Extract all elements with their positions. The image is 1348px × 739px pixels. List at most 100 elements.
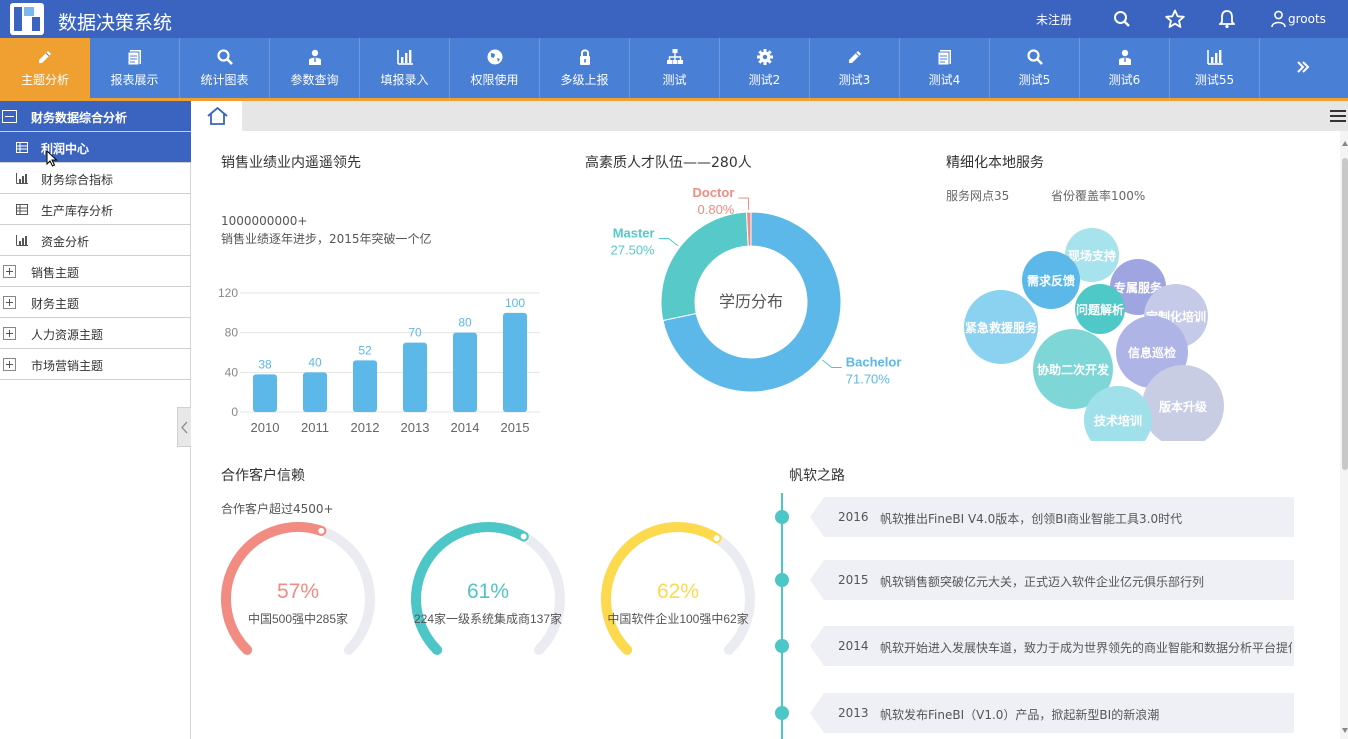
nav-tab-10[interactable]: 测试4 [900, 38, 990, 98]
bar-value-label: 70 [408, 326, 422, 340]
x-tick-label: 2011 [301, 420, 329, 435]
bar-chart-icon [16, 235, 28, 246]
nav-tab-7[interactable]: 测试 [630, 38, 720, 98]
x-tick-label: 2013 [401, 420, 430, 435]
timeline-year: 2016 [838, 510, 869, 524]
bar-value-label: 52 [358, 343, 372, 357]
search-icon[interactable] [1113, 9, 1131, 29]
x-tick-label: 2010 [251, 420, 280, 435]
nav-tab-8[interactable]: 测试2 [720, 38, 810, 98]
nav-tab-1[interactable]: 报表展示 [90, 38, 180, 98]
nav-tab-11[interactable]: 测试5 [990, 38, 1080, 98]
timeline-dot [775, 639, 789, 653]
gauge-percent: 61% [467, 580, 509, 603]
nav-tab-2[interactable]: 统计图表 [180, 38, 270, 98]
clients-title: 合作客户信赖 [221, 468, 305, 484]
bar [503, 312, 527, 412]
report-icon [127, 50, 141, 66]
collapse-icon[interactable] [2, 110, 17, 123]
scroll-down-icon[interactable] [1342, 728, 1348, 734]
sidebar-topic-finance[interactable]: 财务主题 [0, 287, 191, 318]
star-icon[interactable] [1165, 9, 1185, 29]
hierarchy-icon [667, 49, 683, 64]
nav-tab-label: 填报录入 [380, 73, 429, 87]
gauge-percent: 62% [657, 580, 699, 603]
bar-value-label: 100 [505, 296, 525, 310]
expand-icon[interactable] [3, 265, 16, 278]
nav-tab-3[interactable]: 参数查询 [270, 38, 360, 98]
donut-center-label: 学历分布 [719, 293, 783, 311]
y-tick-label: 40 [225, 365, 239, 379]
nav-tab-6[interactable]: 多级上报 [540, 38, 630, 98]
table-icon [16, 142, 28, 153]
user-icon[interactable] [1271, 10, 1286, 28]
sidebar-collapse-handle[interactable] [177, 407, 191, 447]
slice-name-label: Master [613, 226, 655, 241]
main-nav: 主题分析 报表展示 统计图表 参数查询 填报录入 权限使用 多级上报 测试 测试2 测试3 测试4 测… [0, 38, 1348, 98]
nav-tab-label: 多级上报 [560, 73, 609, 87]
service-coverage: 省份覆盖率100% [1051, 189, 1146, 203]
pencil-icon [849, 51, 861, 63]
slice-name-label: Doctor [692, 185, 734, 200]
nav-tab-label: 统计图表 [200, 73, 249, 87]
x-tick-label: 2014 [451, 420, 480, 435]
slice-name-label: Bachelor [846, 355, 902, 370]
nav-tab-4[interactable]: 填报录入 [360, 38, 450, 98]
username-label[interactable]: groots [1288, 0, 1326, 38]
timeline-text: 帆软销售额突破亿元大关，正式迈入软件企业亿元俱乐部行列 [880, 575, 1205, 589]
sales-bar-chart: 0 40 80 120 38 2010 40 2011 52 2012 70 2013 80 2014 10… [218, 286, 540, 435]
nav-tab-label: 测试3 [838, 73, 871, 87]
sidebar-item-funds[interactable]: 资金分析 [0, 225, 191, 256]
vertical-scrollbar-thumb[interactable] [1342, 158, 1348, 470]
gear-icon [757, 49, 773, 65]
education-donut-chart: Bachelor 71.70% Master 27.50% Doctor 0.80% 学历分… [611, 185, 902, 393]
client-gauges: 57% 中国500强中285家 61% 224家一级系统集成商137家 62% 中国软件企… [221, 522, 755, 655]
sales-figure: 1000000000+ [221, 214, 308, 228]
nav-tab-5[interactable]: 权限使用 [450, 38, 540, 98]
home-icon [207, 107, 228, 125]
dashboard-content: 销售业绩业内遥遥领先 1000000000+ 销售业绩逐年进步，2015年突破一… [192, 131, 1340, 739]
globe-icon [487, 49, 503, 65]
nav-tab-label: 主题分析 [20, 73, 69, 87]
timeline-box-arrow [810, 497, 824, 537]
sidebar-topic-hr[interactable]: 人力资源主题 [0, 318, 191, 349]
sidebar-topic-marketing[interactable]: 市场营销主题 [0, 349, 191, 380]
tab-home[interactable] [192, 101, 242, 131]
timeline-year: 2015 [838, 573, 869, 587]
sales-title: 销售业绩业内遥遥领先 [221, 155, 361, 171]
sidebar-item-inventory[interactable]: 生产库存分析 [0, 194, 191, 225]
unregistered-link[interactable]: 未注册 [1036, 0, 1072, 38]
lock-icon [580, 49, 590, 65]
hamburger-menu-icon[interactable] [1330, 109, 1346, 123]
timeline-event: 2014 帆软开始进入发展快车道，致力于成为世界领先的商业智能和数据分析平台提供商 [824, 626, 1294, 666]
gauge-label: 224家一级系统集成商137家 [414, 611, 562, 626]
nav-tab-13[interactable]: 测试55 [1170, 38, 1260, 98]
expand-icon[interactable] [3, 358, 16, 371]
timeline-text: 帆软发布FineBI（V1.0）产品，掀起新型BI的新浪潮 [880, 708, 1160, 722]
timeline-event: 2013 帆软发布FineBI（V1.0）产品，掀起新型BI的新浪潮 [824, 693, 1294, 733]
sidebar-topic-sales[interactable]: 销售主题 [0, 256, 191, 287]
expand-icon[interactable] [3, 327, 16, 340]
search-icon [217, 49, 233, 65]
sidebar-item-finance-indicators[interactable]: 财务综合指标 [0, 163, 191, 194]
bar-value-label: 38 [258, 357, 272, 371]
scroll-up-icon[interactable] [1342, 140, 1348, 146]
sidebar-item-label: 资金分析 [41, 235, 90, 249]
bell-icon[interactable] [1219, 9, 1235, 29]
more-nav-icon[interactable] [1296, 60, 1310, 74]
expand-icon[interactable] [3, 296, 16, 309]
nav-tab-0[interactable]: 主题分析 [0, 38, 90, 98]
sidebar-topic-label: 财务主题 [31, 297, 80, 311]
sidebar-group-label: 财务数据综合分析 [31, 111, 128, 125]
sidebar-item-profit-center[interactable]: 利润中心 [0, 132, 191, 167]
sales-description: 销售业绩逐年进步，2015年突破一个亿 [221, 232, 432, 246]
x-tick-label: 2012 [351, 420, 380, 435]
service-bubble-chart: 现场支持需求反馈 专属服务问题解析 定制化培训紧急救援服务信息巡检协助二次开发版本升… [964, 228, 1224, 441]
nav-tab-12[interactable]: 测试6 [1080, 38, 1170, 98]
road-title: 帆软之路 [789, 468, 845, 484]
nav-tab-label: 测试4 [928, 73, 961, 87]
nav-tab-9[interactable]: 测试3 [810, 38, 900, 98]
user-icon [1119, 49, 1131, 65]
sidebar-group-finance[interactable]: 财务数据综合分析 [0, 101, 191, 132]
service-bubble-label: 技术培训 [1094, 413, 1142, 428]
